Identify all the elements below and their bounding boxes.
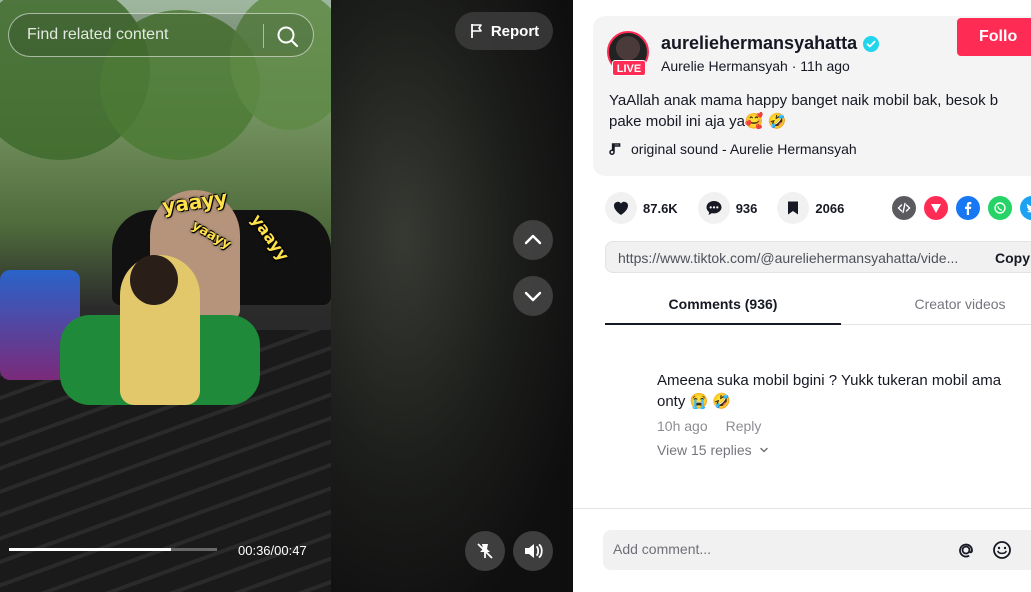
save-count: 2066 xyxy=(815,200,845,216)
chevron-down-icon xyxy=(759,447,768,453)
video-time: 00:36/00:47 xyxy=(238,543,307,558)
divider xyxy=(573,508,1031,509)
video-progress-bar[interactable] xyxy=(9,548,217,551)
video-player[interactable]: yaayy yaayy yaayy Find related content R… xyxy=(0,0,573,592)
author-username[interactable]: aureliehermansyahatta xyxy=(661,33,880,54)
embed-icon[interactable] xyxy=(892,196,916,220)
comment-tabs: Comments (936) Creator videos xyxy=(605,288,1031,325)
save-action[interactable]: 2066 xyxy=(777,192,844,224)
copy-link-button[interactable]: Copy xyxy=(995,250,1030,266)
comment-meta: 10h ago Reply xyxy=(657,418,1031,434)
emoji-icon[interactable] xyxy=(991,539,1013,561)
report-label: Report xyxy=(490,22,540,40)
chevron-up-icon xyxy=(524,234,542,245)
previous-video-button[interactable] xyxy=(513,220,553,260)
comment-item: Ameena suka mobil bgini ? Yukk tukeran m… xyxy=(657,370,1031,458)
chevron-down-icon xyxy=(524,291,542,302)
caption-line: pake mobil ini aja ya🥰 🤣 xyxy=(609,113,787,130)
volume-button[interactable] xyxy=(513,531,553,571)
tiktok-video-page: yaayy yaayy yaayy Find related content R… xyxy=(0,0,1031,592)
send-icon[interactable] xyxy=(924,196,948,220)
child-head xyxy=(130,255,178,305)
speaker-icon xyxy=(525,544,543,558)
comment-input[interactable]: Add comment... xyxy=(603,530,1031,570)
details-panel: LIVE aureliehermansyahatta Aurelie Herma… xyxy=(573,0,1031,592)
comment-text: onty 😭 🤣 xyxy=(657,393,732,410)
comment-placeholder: Add comment... xyxy=(613,541,712,557)
video-link-box[interactable]: https://www.tiktok.com/@aureliehermansya… xyxy=(605,241,1031,273)
active-tab-indicator xyxy=(605,323,841,325)
search-input[interactable]: Find related content xyxy=(8,13,314,57)
music-note-icon xyxy=(609,143,621,155)
heart-icon[interactable] xyxy=(605,192,637,224)
sound-link[interactable]: original sound - Aurelie Hermansyah xyxy=(609,141,857,157)
search-divider xyxy=(263,24,264,48)
comment-text: Ameena suka mobil bgini ? Yukk tukeran m… xyxy=(657,372,1002,389)
username-text: aureliehermansyahatta xyxy=(661,33,858,53)
search-placeholder: Find related content xyxy=(27,26,169,43)
video-progress-fill xyxy=(9,548,172,551)
video-frame[interactable]: yaayy yaayy yaayy xyxy=(0,0,331,592)
floating-player-button[interactable] xyxy=(465,531,505,571)
like-count: 87.6K xyxy=(643,200,678,216)
tab-creator-videos[interactable]: Creator videos xyxy=(845,296,1031,312)
facebook-icon[interactable] xyxy=(956,196,980,220)
comment-input-icons xyxy=(955,539,1013,561)
caption-line: YaAllah anak mama happy banget naik mobi… xyxy=(609,92,999,109)
comment-count: 936 xyxy=(735,200,758,216)
follow-button[interactable]: Follo xyxy=(957,18,1031,56)
bookmark-icon[interactable] xyxy=(777,192,810,224)
sound-name: original sound - Aurelie Hermansyah xyxy=(631,141,857,157)
comment-action[interactable]: 936 xyxy=(697,192,758,224)
engagement-stats: 87.6K 936 2066 xyxy=(605,192,864,224)
reply-button[interactable]: Reply xyxy=(726,418,762,434)
share-icons xyxy=(892,196,1031,220)
report-button[interactable]: Report xyxy=(455,12,553,50)
like-action[interactable]: 87.6K xyxy=(605,192,678,224)
tab-comments[interactable]: Comments (936) xyxy=(605,296,841,312)
video-url[interactable]: https://www.tiktok.com/@aureliehermansya… xyxy=(618,250,980,266)
author-subline: Aurelie Hermansyah · 11h ago xyxy=(661,58,850,74)
pin-off-icon xyxy=(477,543,493,559)
next-video-button[interactable] xyxy=(513,276,553,316)
flag-icon xyxy=(470,24,482,38)
video-caption: YaAllah anak mama happy banget naik mobi… xyxy=(609,90,1031,132)
twitter-icon[interactable] xyxy=(1020,196,1031,220)
verified-badge-icon xyxy=(863,35,880,52)
comment-bubble-icon[interactable] xyxy=(697,192,730,224)
whatsapp-icon[interactable] xyxy=(988,196,1012,220)
mention-icon[interactable] xyxy=(955,539,977,561)
search-icon[interactable] xyxy=(275,24,301,50)
view-replies-label: View 15 replies xyxy=(657,442,752,458)
comment-time: 10h ago xyxy=(657,418,708,434)
live-badge: LIVE xyxy=(612,60,646,76)
view-replies-button[interactable]: View 15 replies xyxy=(657,442,1031,458)
comment-avatar[interactable] xyxy=(613,370,653,410)
